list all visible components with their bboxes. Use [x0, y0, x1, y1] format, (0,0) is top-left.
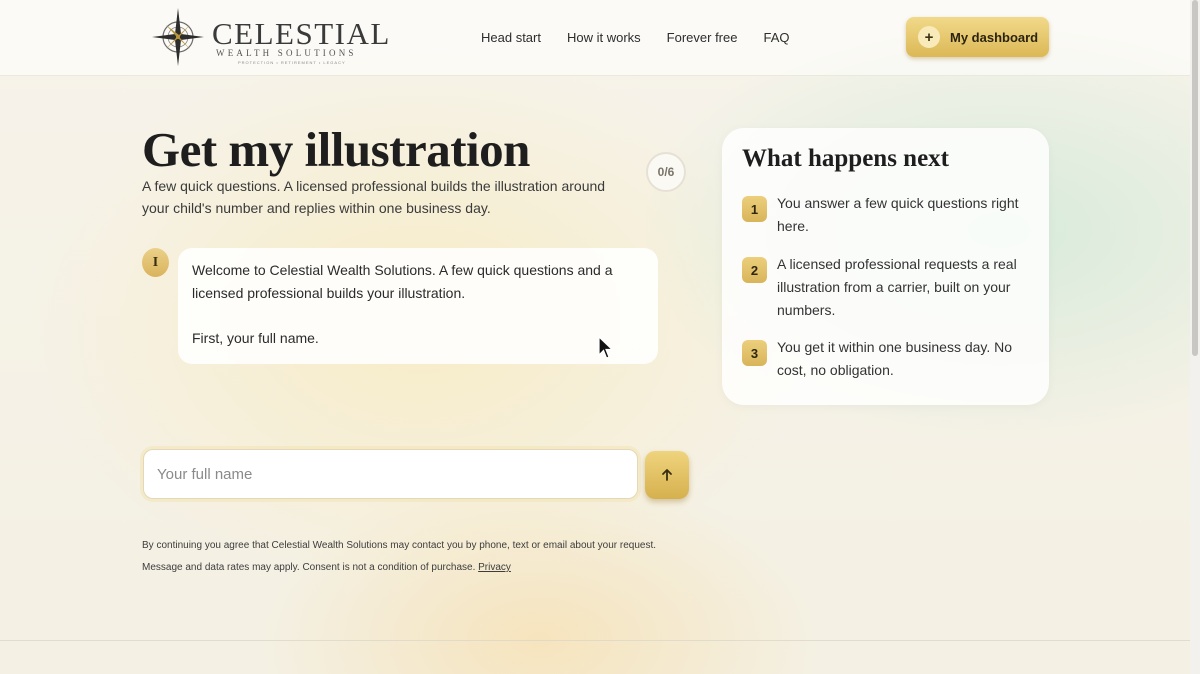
step-text: You get it within one business day. No c… — [777, 339, 1013, 378]
assistant-avatar: I — [142, 248, 169, 277]
nav-faq[interactable]: FAQ — [763, 30, 789, 45]
step-text: You answer a few quick questions right h… — [777, 195, 1019, 234]
compass-star-icon — [152, 8, 204, 66]
main-nav: Head start How it works Forever free FAQ — [481, 30, 790, 45]
site-header: CELESTIAL WEALTH SOLUTIONS PROTECTION • … — [0, 0, 1190, 76]
logo-tagline: PROTECTION • RETIREMENT • LEGACY — [238, 60, 346, 65]
page-scrollbar[interactable] — [1190, 0, 1200, 674]
arrow-up-icon — [662, 469, 672, 481]
scrollbar-thumb[interactable] — [1192, 0, 1198, 356]
plus-icon: + — [918, 26, 940, 48]
intro-text: A few quick questions. A licensed profes… — [142, 178, 606, 216]
privacy-link[interactable]: Privacy — [478, 562, 511, 573]
disclaimer-text: By continuing you agree that Celestial W… — [142, 540, 656, 573]
dashboard-button-label: My dashboard — [950, 29, 1039, 45]
step-text: A licensed professional requests a real … — [777, 256, 1017, 318]
what-happens-next-card: What happens next 1 You answer a few qui… — [722, 128, 1049, 405]
page-title: Get my illustration — [142, 122, 530, 177]
chat-message-bubble: Welcome to Celestial Wealth Solutions. A… — [178, 248, 658, 364]
logo-name: CELESTIAL — [212, 16, 391, 51]
step-number: 2 — [742, 257, 767, 283]
chat-prompt: First, your full name. — [192, 330, 319, 346]
celestial-logo[interactable]: CELESTIAL WEALTH SOLUTIONS PROTECTION • … — [150, 6, 389, 68]
nav-head-start[interactable]: Head start — [481, 30, 541, 45]
step-number: 3 — [742, 340, 767, 366]
full-name-input[interactable] — [143, 449, 638, 499]
chat-welcome-message: Welcome to Celestial Wealth Solutions. A… — [192, 262, 613, 301]
mouse-pointer-icon — [598, 336, 614, 359]
send-button[interactable] — [645, 451, 689, 499]
next-card-title: What happens next — [742, 145, 949, 172]
section-divider — [0, 640, 1190, 641]
nav-forever-free[interactable]: Forever free — [667, 30, 738, 45]
my-dashboard-button[interactable]: + My dashboard — [906, 17, 1049, 57]
step-number: 1 — [742, 196, 767, 222]
nav-how-it-works[interactable]: How it works — [567, 30, 641, 45]
logo-subtitle: WEALTH SOLUTIONS — [216, 48, 357, 58]
consent-disclaimer: By continuing you agree that Celestial W… — [142, 535, 662, 579]
progress-counter: 0/6 — [646, 152, 686, 192]
